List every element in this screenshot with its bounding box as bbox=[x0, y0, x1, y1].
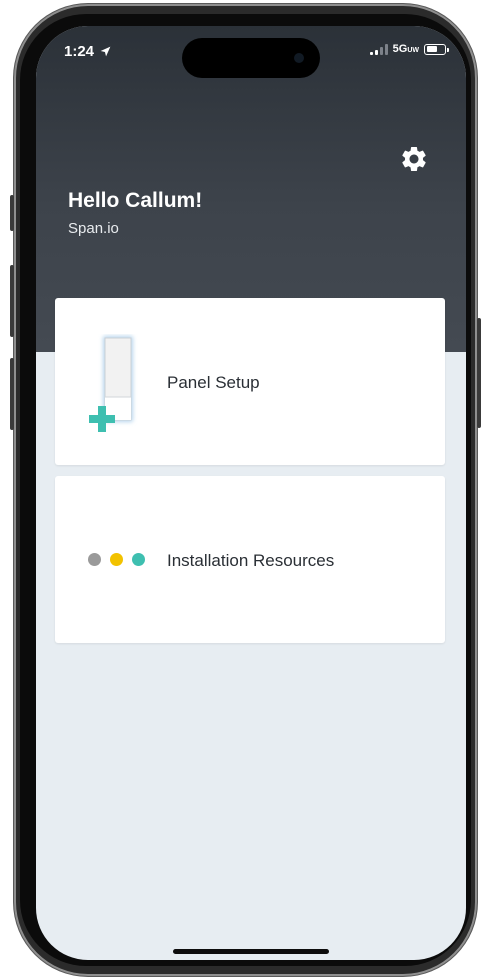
panel-setup-card[interactable]: Panel Setup bbox=[55, 298, 445, 465]
panel-setup-label: Panel Setup bbox=[167, 373, 260, 392]
gray-dot bbox=[88, 553, 101, 566]
status-time: 1:24 bbox=[64, 43, 112, 60]
signal-bars-icon bbox=[369, 43, 388, 55]
front-camera bbox=[294, 53, 304, 63]
location-arrow-icon bbox=[100, 46, 111, 57]
volume-down-button bbox=[10, 358, 14, 430]
battery-icon bbox=[424, 43, 449, 55]
volume-up-button bbox=[10, 265, 14, 337]
silent-switch bbox=[10, 195, 14, 231]
greeting-title: Hello Callum! bbox=[68, 189, 203, 212]
organization-name: Span.io bbox=[68, 220, 119, 237]
home-indicator[interactable] bbox=[173, 949, 329, 954]
yellow-dot bbox=[110, 553, 123, 566]
gear-icon[interactable] bbox=[399, 144, 429, 174]
panel-plus-icon bbox=[89, 336, 133, 432]
dynamic-island bbox=[182, 38, 320, 78]
teal-dot bbox=[132, 553, 145, 566]
status-indicators: 5GUW bbox=[369, 43, 449, 55]
status-bar: 1:24 5GUW bbox=[36, 26, 466, 78]
network-label: 5GUW bbox=[392, 43, 419, 55]
installation-resources-label: Installation Resources bbox=[167, 551, 335, 570]
app-screen: 1:24 5GUW Hello Callum! Span.io Panel Se… bbox=[36, 26, 466, 960]
three-dots-icon bbox=[88, 553, 145, 566]
installation-resources-card[interactable]: Installation Resources bbox=[55, 476, 445, 643]
time-label: 1:24 bbox=[64, 43, 95, 60]
power-button bbox=[477, 318, 481, 428]
